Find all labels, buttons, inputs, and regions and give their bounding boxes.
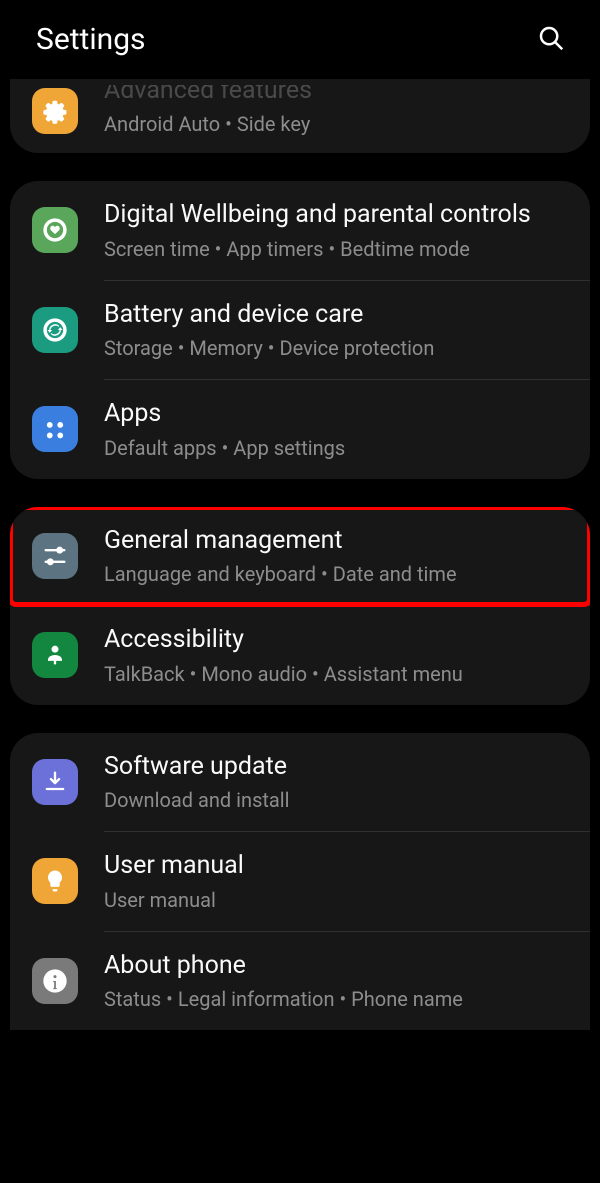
bulb-icon: [32, 858, 78, 904]
item-title: Accessibility: [104, 624, 568, 657]
item-text: About phone Status • Legal information •…: [104, 950, 568, 1013]
download-arrow-icon: [32, 759, 78, 805]
sliders-icon: [32, 533, 78, 579]
item-subtitle: Storage • Memory • Device protection: [104, 335, 568, 361]
item-title: User manual: [104, 850, 568, 883]
item-title: About phone: [104, 950, 568, 983]
item-title: Digital Wellbeing and parental controls: [104, 199, 568, 232]
settings-group: Digital Wellbeing and parental controls …: [10, 181, 590, 479]
item-text: Advanced features Android Auto • Side ke…: [104, 85, 568, 137]
settings-group: Advanced features Android Auto • Side ke…: [10, 79, 590, 153]
item-subtitle: Default apps • App settings: [104, 435, 568, 461]
item-subtitle: Screen time • App timers • Bedtime mode: [104, 236, 568, 262]
person-icon: [32, 632, 78, 678]
item-subtitle: TalkBack • Mono audio • Assistant menu: [104, 661, 568, 687]
search-icon[interactable]: [536, 23, 566, 57]
four-dots-icon: [32, 406, 78, 452]
item-text: Accessibility TalkBack • Mono audio • As…: [104, 624, 568, 687]
settings-item-advanced-features[interactable]: Advanced features Android Auto • Side ke…: [10, 79, 590, 153]
item-text: Digital Wellbeing and parental controls …: [104, 199, 568, 262]
item-text: General management Language and keyboard…: [104, 525, 568, 588]
page-title: Settings: [36, 22, 146, 57]
item-title: Software update: [104, 751, 568, 784]
settings-item-digital-wellbeing[interactable]: Digital Wellbeing and parental controls …: [10, 181, 590, 280]
settings-group: General management Language and keyboard…: [10, 507, 590, 705]
item-subtitle: Android Auto • Side key: [104, 111, 568, 137]
settings-item-battery[interactable]: Battery and device care Storage • Memory…: [10, 281, 590, 380]
item-subtitle: Status • Legal information • Phone name: [104, 986, 568, 1012]
item-text: User manual User manual: [104, 850, 568, 913]
settings-item-general-management[interactable]: General management Language and keyboard…: [10, 507, 590, 606]
settings-item-accessibility[interactable]: Accessibility TalkBack • Mono audio • As…: [10, 606, 590, 705]
item-subtitle: Language and keyboard • Date and time: [104, 561, 568, 587]
item-title: General management: [104, 525, 568, 558]
info-icon: [32, 958, 78, 1004]
settings-item-apps[interactable]: Apps Default apps • App settings: [10, 380, 590, 479]
item-text: Battery and device care Storage • Memory…: [104, 299, 568, 362]
settings-item-software-update[interactable]: Software update Download and install: [10, 733, 590, 832]
item-text: Apps Default apps • App settings: [104, 398, 568, 461]
settings-group: Software update Download and install Use…: [10, 733, 590, 1031]
settings-header: Settings: [0, 0, 600, 79]
refresh-circle-icon: [32, 307, 78, 353]
item-title: Apps: [104, 398, 568, 431]
item-text: Software update Download and install: [104, 751, 568, 814]
settings-item-about-phone[interactable]: About phone Status • Legal information •…: [10, 932, 590, 1031]
settings-item-user-manual[interactable]: User manual User manual: [10, 832, 590, 931]
heart-circle-icon: [32, 207, 78, 253]
item-subtitle: Download and install: [104, 787, 568, 813]
item-title: Battery and device care: [104, 299, 568, 332]
item-subtitle: User manual: [104, 887, 568, 913]
gear-icon: [32, 88, 78, 134]
item-title: Advanced features: [104, 85, 568, 107]
